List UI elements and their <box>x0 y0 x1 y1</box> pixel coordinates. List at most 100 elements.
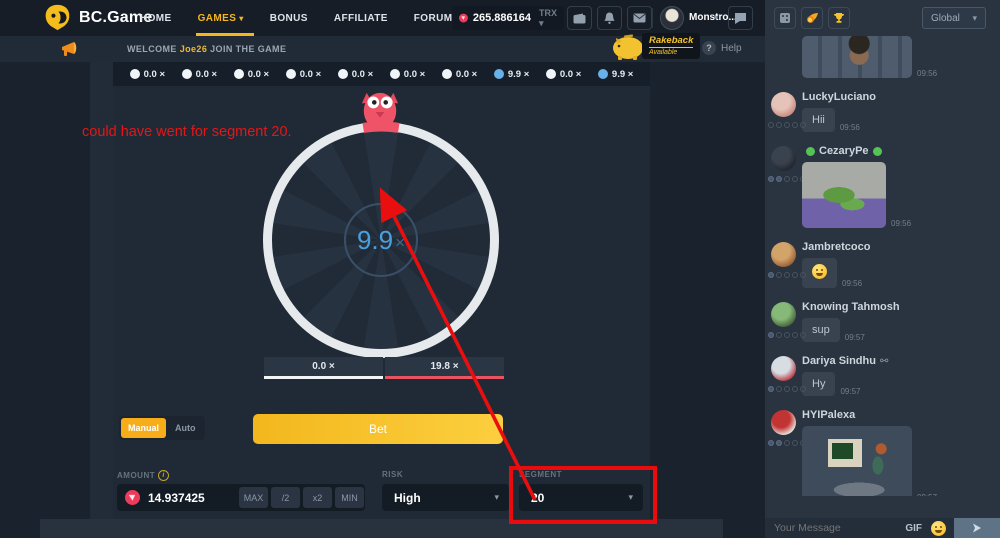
badge-icon <box>792 440 798 446</box>
chat-username[interactable]: Dariya Sindhu⚯ <box>802 355 1000 367</box>
send-button[interactable] <box>954 518 1000 538</box>
history-chip[interactable]: 0.0 × <box>182 69 217 80</box>
hot-result-icon <box>598 69 608 79</box>
chat-username[interactable]: CezaryPe <box>802 145 1000 157</box>
min-button[interactable]: MIN <box>335 487 364 508</box>
annotation-highlight-box <box>509 466 657 524</box>
history-chip[interactable]: 9.9 × <box>494 69 529 80</box>
bet-button[interactable]: Bet <box>253 414 503 444</box>
history-chip[interactable]: 0.0 × <box>442 69 477 80</box>
chat-username[interactable]: Knowing Tahmosh <box>802 301 1000 313</box>
double-button[interactable]: x2 <box>303 487 332 508</box>
message-timestamp: 09:56 <box>917 69 937 78</box>
history-chip[interactable]: 0.0 × <box>546 69 581 80</box>
result-tab-high[interactable]: 19.8 × <box>385 357 504 379</box>
avatar[interactable] <box>771 146 796 171</box>
user-badges <box>768 332 806 338</box>
chat-message-input[interactable] <box>765 521 905 535</box>
avatar[interactable] <box>771 410 796 435</box>
half-button[interactable]: /2 <box>271 487 300 508</box>
risk-select[interactable]: High ▾ <box>382 484 509 511</box>
history-chip[interactable]: 0.0 × <box>234 69 269 80</box>
welcome-username[interactable]: Joe26 <box>180 44 208 54</box>
nav-affiliate[interactable]: AFFILIATE <box>334 13 388 24</box>
nav-games[interactable]: GAMES▾ <box>198 13 244 24</box>
chat-username[interactable]: Jambretcoco <box>802 241 1000 253</box>
smiley-icon[interactable] <box>931 521 946 536</box>
bell-icon <box>604 12 615 24</box>
balance-pill[interactable]: 265.886164 TRX ▾ <box>452 6 564 30</box>
info-icon[interactable]: i <box>158 470 169 481</box>
trophy-button[interactable] <box>828 7 850 29</box>
history-chip[interactable]: 0.0 × <box>390 69 425 80</box>
dice-button[interactable] <box>774 7 796 29</box>
chat-toggle-button[interactable] <box>728 6 753 30</box>
history-value: 0.0 × <box>248 69 269 80</box>
history-chip[interactable]: 0.0 × <box>338 69 373 80</box>
nav-forum[interactable]: FORUM <box>414 13 453 24</box>
help-button[interactable]: ? Help <box>702 41 742 55</box>
brand-logo[interactable]: BC.Game <box>44 4 152 31</box>
message-timestamp: 09:56 <box>891 219 911 228</box>
laughing-emoji-icon <box>812 264 827 279</box>
history-chip[interactable]: 0.0 × <box>130 69 165 80</box>
badge-icon <box>800 332 806 338</box>
coin-icon <box>125 490 140 505</box>
result-icon <box>338 69 348 79</box>
message-timestamp: 09:57 <box>840 387 860 396</box>
badge-icon <box>792 176 798 182</box>
notifications-button[interactable] <box>597 6 622 30</box>
gif-button[interactable]: GIF <box>905 523 922 534</box>
wallet-button[interactable] <box>567 6 592 30</box>
result-icon <box>390 69 400 79</box>
badge-icon <box>776 122 782 128</box>
manual-mode-button[interactable]: Manual <box>121 418 166 438</box>
bc-mascot-icon <box>44 4 71 31</box>
nav-bonus[interactable]: BONUS <box>270 13 308 24</box>
badge-icon <box>800 386 806 392</box>
result-tab-low[interactable]: 0.0 × <box>264 357 383 379</box>
avatar[interactable] <box>771 242 796 267</box>
user-badges <box>768 122 806 128</box>
chat-bubble: Hy <box>802 372 835 396</box>
chevron-down-icon[interactable]: ▾ <box>714 13 718 22</box>
amount-input[interactable] <box>146 490 236 506</box>
header-divider <box>652 8 653 28</box>
owl-icon <box>357 90 403 137</box>
result-tabs: 0.0 × 19.8 × <box>264 357 504 379</box>
rakeback-title: Rakeback <box>649 36 693 46</box>
chat-room-selector[interactable]: Global ▾ <box>922 7 986 29</box>
badge-icon <box>800 122 806 128</box>
chat-username[interactable]: LuckyLuciano <box>802 91 1000 103</box>
max-button[interactable]: MAX <box>239 487 268 508</box>
fireball-button[interactable] <box>801 7 823 29</box>
question-icon: ? <box>702 41 716 55</box>
avatar[interactable] <box>771 92 796 117</box>
message-timestamp: 09:57 <box>917 493 937 496</box>
alien-icon <box>873 147 882 156</box>
chat-message: Knowing Tahmoshsup09:57 <box>765 301 1000 342</box>
auto-mode-button[interactable]: Auto <box>168 423 203 433</box>
chevron-down-icon: ▾ <box>972 13 977 24</box>
rakeback-widget[interactable]: Rakeback Available <box>608 30 700 62</box>
rakeback-subtitle: Available <box>649 47 693 56</box>
history-chip[interactable]: 9.9 × <box>598 69 633 80</box>
result-icon <box>442 69 452 79</box>
avatar[interactable] <box>771 356 796 381</box>
history-value: 9.9 × <box>508 69 529 80</box>
avatar[interactable] <box>660 6 684 30</box>
result-icon <box>546 69 556 79</box>
badge-icon <box>768 332 774 338</box>
result-icon <box>130 69 140 79</box>
nav-home[interactable]: HOME <box>140 13 172 24</box>
currency-selector[interactable]: TRX ▾ <box>539 8 557 29</box>
history-value: 0.0 × <box>352 69 373 80</box>
trophy-icon <box>833 12 845 24</box>
chat-username[interactable]: HYIPalexa <box>802 409 1000 421</box>
badge-icon <box>784 386 790 392</box>
history-chip[interactable]: 0.0 × <box>286 69 321 80</box>
amount-field[interactable]: MAX /2 x2 MIN <box>117 484 365 511</box>
messages-button[interactable] <box>627 6 652 30</box>
avatar[interactable] <box>771 302 796 327</box>
fireball-icon <box>806 12 819 24</box>
